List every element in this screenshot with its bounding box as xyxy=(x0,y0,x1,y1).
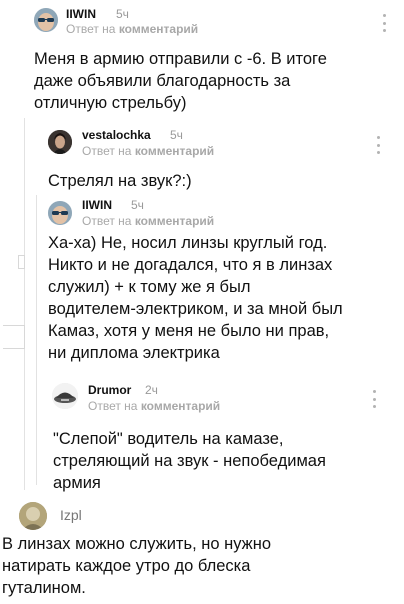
avatar-icon[interactable] xyxy=(48,130,72,154)
more-vertical-icon[interactable] xyxy=(381,14,387,32)
username[interactable]: IIWIN xyxy=(66,7,96,21)
comment-body: "Слепой" водитель на камазе, стреляющий … xyxy=(53,430,326,492)
comment: IIWIN 5ч Ответ на комментарий Меня в арм… xyxy=(0,0,404,120)
comment: Izpl В линзах можно служить, но нужно на… xyxy=(0,495,404,604)
reply-prefix: Ответ на xyxy=(82,144,132,158)
timestamp: 5ч xyxy=(131,198,144,212)
reply-prefix: Ответ на xyxy=(88,399,138,413)
comment: IIWIN 5ч Ответ на комментарий Ха-ха) Не,… xyxy=(0,195,404,380)
reply-target: комментарий xyxy=(134,214,215,228)
more-vertical-icon[interactable] xyxy=(375,136,381,154)
timestamp: 5ч xyxy=(116,7,129,21)
reply-to-link[interactable]: Ответ на комментарий xyxy=(66,22,198,36)
avatar-icon[interactable] xyxy=(52,383,78,409)
avatar-icon[interactable] xyxy=(34,8,58,32)
reply-target: комментарий xyxy=(118,22,199,36)
reply-prefix: Ответ на xyxy=(82,214,132,228)
avatar-icon[interactable] xyxy=(48,201,72,225)
username[interactable]: Drumor xyxy=(88,383,131,397)
timestamp: 2ч xyxy=(145,383,158,397)
username[interactable]: IIWIN xyxy=(82,198,112,212)
reply-to-link[interactable]: Ответ на комментарий xyxy=(82,214,214,228)
username[interactable]: vestalochka xyxy=(82,128,151,142)
comment-body: Стрелял на звук?:) xyxy=(48,172,192,190)
comment: Drumor 2ч Ответ на комментарий "Слепой" … xyxy=(0,375,404,495)
timestamp: 5ч xyxy=(170,128,183,142)
more-vertical-icon[interactable] xyxy=(371,390,377,408)
comment-body: Ха-ха) Не, носил линзы круглый год. Никт… xyxy=(48,234,343,362)
comment: vestalochka 5ч Ответ на комментарий Стре… xyxy=(0,120,404,195)
reply-to-link[interactable]: Ответ на комментарий xyxy=(82,144,214,158)
reply-target: комментарий xyxy=(134,144,215,158)
reply-to-link[interactable]: Ответ на комментарий xyxy=(88,399,220,413)
avatar-icon[interactable] xyxy=(19,502,47,530)
username[interactable]: Izpl xyxy=(60,507,82,523)
comment-body: В линзах можно служить, но нужно натират… xyxy=(2,535,272,597)
reply-prefix: Ответ на xyxy=(66,22,116,36)
comment-body: Меня в армию отправили с -6. В итоге даж… xyxy=(34,50,327,112)
reply-target: комментарий xyxy=(140,399,221,413)
